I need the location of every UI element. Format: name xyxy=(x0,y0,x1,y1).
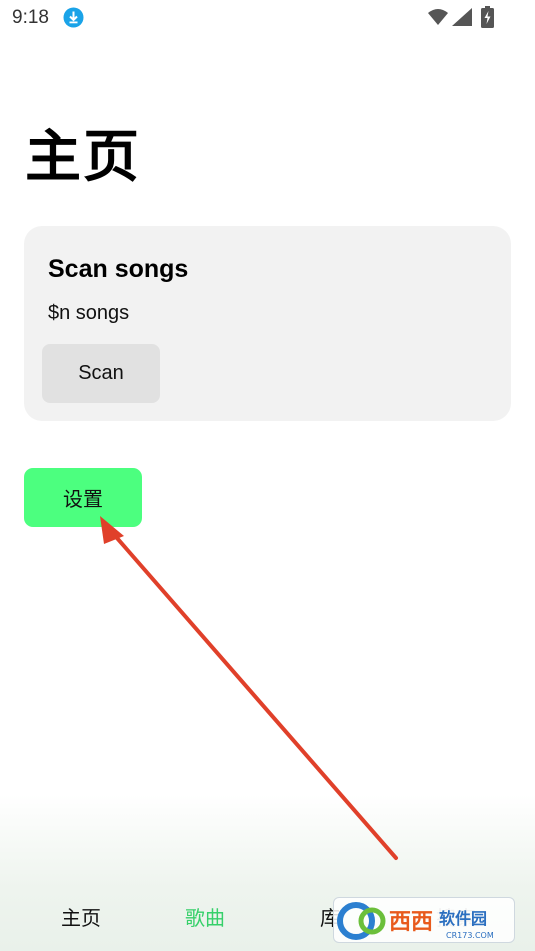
wifi-icon xyxy=(428,9,448,25)
card-title: Scan songs xyxy=(48,255,189,283)
watermark-logo-icon: 西西 软件园 CR173.COM xyxy=(337,902,494,940)
nav-item-songs[interactable]: 歌曲 xyxy=(185,902,225,931)
scan-songs-card: Scan songs $n songs Scan xyxy=(24,226,511,421)
app-screen: 9:18 主页 Scan songs $n songs Scan 设置 主页 歌… xyxy=(0,0,535,951)
svg-text:CR173.COM: CR173.COM xyxy=(446,931,494,940)
battery-icon xyxy=(481,6,494,28)
settings-button[interactable]: 设置 xyxy=(24,468,142,527)
scan-button[interactable]: Scan xyxy=(42,344,160,403)
status-bar: 9:18 xyxy=(0,0,535,36)
svg-text:软件园: 软件园 xyxy=(439,909,487,928)
status-time: 9:18 xyxy=(12,7,49,28)
download-icon xyxy=(63,7,84,28)
svg-text:西西: 西西 xyxy=(389,910,433,935)
signal-icon xyxy=(452,8,472,26)
watermark-logo: 西西 软件园 CR173.COM xyxy=(333,897,515,943)
songs-count-text: $n songs xyxy=(48,302,130,324)
nav-item-home[interactable]: 主页 xyxy=(61,902,101,931)
page-title: 主页 xyxy=(25,125,141,190)
